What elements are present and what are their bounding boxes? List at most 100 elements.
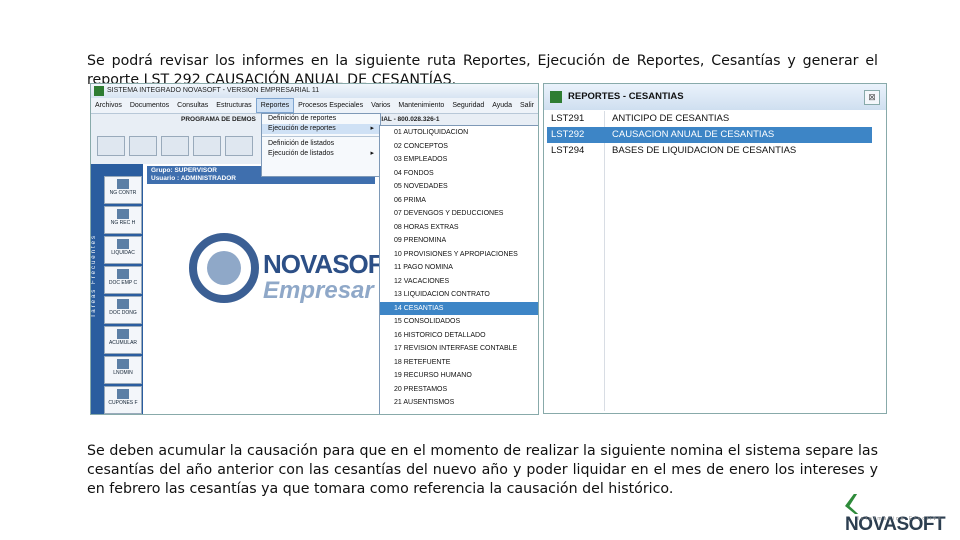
toolbar-icon-1[interactable] <box>97 136 125 156</box>
submenu-item[interactable]: 05 NOVEDADES <box>380 180 538 194</box>
menu-reportes[interactable]: Reportes <box>255 98 295 113</box>
report-code: LST294 <box>551 145 585 156</box>
program-name: PROGRAMA DE DEMOS <box>181 116 256 123</box>
submenu-item[interactable]: 13 LIQUIDACION CONTRATO <box>380 288 538 302</box>
report-code: LST291 <box>551 113 585 124</box>
toolbar-icon-5[interactable] <box>225 136 253 156</box>
menu-estructuras[interactable]: Estructuras <box>212 98 255 113</box>
brand-subtitle: Empresar <box>263 277 374 304</box>
app-logo-icon <box>94 86 104 96</box>
task-icon <box>117 359 129 369</box>
submenu-item[interactable]: 19 RECURSO HUMANO <box>380 369 538 383</box>
submenu-item[interactable]: 02 CONCEPTOS <box>380 140 538 154</box>
frequent-tasks-sidebar: Tareas Frecuentes NG CONTR NG REC H LIQU… <box>91 164 143 414</box>
menu-seguridad[interactable]: Seguridad <box>448 98 488 113</box>
sidebar-item-label: LIQUIDAC <box>111 250 135 256</box>
sidebar-item-label: NG REC H <box>110 220 136 226</box>
toolbar-icon-3[interactable] <box>161 136 189 156</box>
menu-item-definicion-listados[interactable]: Definición de listados <box>262 139 380 149</box>
report-row[interactable]: LST294 BASES DE LIQUIDACION DE CESANTIAS <box>547 143 872 159</box>
novasoft-circle-logo-icon <box>189 233 259 303</box>
submenu-item[interactable]: 09 PRENOMINA <box>380 234 538 248</box>
submenu-item[interactable]: 07 DEVENGOS Y DEDUCCIONES <box>380 207 538 221</box>
submenu-item[interactable]: 06 PRIMA <box>380 194 538 208</box>
menu-item-label: Ejecución de reportes <box>268 125 336 132</box>
submenu-arrow-icon: ▸ <box>370 150 374 157</box>
submenu-item[interactable]: 16 HISTORICO DETALLADO <box>380 329 538 343</box>
task-icon <box>117 329 129 339</box>
sidebar-item[interactable]: NG CONTR <box>104 176 142 204</box>
toolbar-icon-4[interactable] <box>193 136 221 156</box>
menu-item-definicion-reportes[interactable]: Definición de reportes <box>262 114 380 124</box>
close-icon[interactable]: ⊠ <box>864 90 880 105</box>
report-window-title: REPORTES - CESANTIAS <box>568 91 684 102</box>
submenu-item[interactable]: 15 CONSOLIDADOS <box>380 315 538 329</box>
menu-mantenimiento[interactable]: Mantenimiento <box>394 98 448 113</box>
menu-archivos[interactable]: Archivos <box>91 98 126 113</box>
sidebar-item[interactable]: LIQUIDAC <box>104 236 142 264</box>
task-icon <box>117 239 129 249</box>
menu-consultas[interactable]: Consultas <box>173 98 212 113</box>
window-title: SISTEMA INTEGRADO NOVASOFT - VERSION EMP… <box>107 87 320 94</box>
sidebar-item[interactable]: LNOMIN <box>104 356 142 384</box>
novasoft-main-window-screenshot: SISTEMA INTEGRADO NOVASOFT - VERSION EMP… <box>90 83 539 415</box>
menu-bar: Archivos Documentos Consultas Estructuras Re… <box>91 98 538 114</box>
sidebar-item[interactable]: ACUMULAR <box>104 326 142 354</box>
submenu-item[interactable]: 10 PROVISIONES Y APROPIACIONES <box>380 248 538 262</box>
submenu-arrow-icon: ▸ <box>370 125 374 132</box>
reportes-dropdown: Definición de reportes Ejecución de repo… <box>261 113 381 177</box>
footer-logo: NOVASOFT Informacion Efectiva <box>845 494 960 536</box>
submenu-item[interactable]: 08 HORAS EXTRAS <box>380 221 538 235</box>
report-row-selected[interactable]: LST292 CAUSACION ANUAL DE CESANTIAS <box>547 127 872 143</box>
report-name: ANTICIPO DE CESANTIAS <box>612 113 730 124</box>
task-icon <box>117 209 129 219</box>
submenu-item[interactable]: 04 FONDOS <box>380 167 538 181</box>
sidebar-item-label: CUPONES F <box>108 400 138 406</box>
report-name: CAUSACION ANUAL DE CESANTIAS <box>612 129 775 140</box>
report-code: LST292 <box>551 129 585 140</box>
novasoft-logo-icon <box>845 494 859 514</box>
window-titlebar: SISTEMA INTEGRADO NOVASOFT - VERSION EMP… <box>91 84 538 98</box>
submenu-item[interactable]: 21 AUSENTISMOS <box>380 396 538 410</box>
brand-name: NOVASOF <box>263 249 384 279</box>
submenu-item[interactable]: 01 AUTOLIQUIDACION <box>380 126 538 140</box>
menu-item-ejecucion-reportes[interactable]: Ejecución de reportes ▸ <box>262 124 380 134</box>
report-row[interactable]: LST291 ANTICIPO DE CESANTIAS <box>547 111 872 127</box>
submenu-item[interactable]: 03 EMPLEADOS <box>380 153 538 167</box>
menu-divider <box>262 136 380 137</box>
toolbar-icons <box>97 136 257 161</box>
sidebar-item-label: ACUMULAR <box>108 340 138 346</box>
menu-salir[interactable]: Salir <box>516 98 538 113</box>
sidebar-item[interactable]: DOC DONG <box>104 296 142 324</box>
submenu-item-cesantias[interactable]: 14 CESANTIAS <box>380 301 538 315</box>
app-logo-icon <box>550 91 562 103</box>
sidebar-item[interactable]: NG REC H <box>104 206 142 234</box>
report-list: LST291 ANTICIPO DE CESANTIAS LST292 CAUSAC… <box>547 111 872 159</box>
task-icon <box>117 299 129 309</box>
submenu-item[interactable]: 20 PRESTAMOS <box>380 383 538 397</box>
menu-procesos-especiales[interactable]: Procesos Especiales <box>294 98 367 113</box>
task-icon <box>117 269 129 279</box>
task-icon <box>117 179 129 189</box>
menu-documentos[interactable]: Documentos <box>126 98 173 113</box>
submenu-item[interactable]: 12 VACACIONES <box>380 275 538 289</box>
submenu-item[interactable]: 18 RETEFUENTE <box>380 356 538 370</box>
submenu-item[interactable]: 11 PAGO NOMINA <box>380 261 538 275</box>
reportes-cesantias-window-screenshot: REPORTES - CESANTIAS ⊠ LST291 ANTICIPO DE… <box>543 83 887 414</box>
sidebar-item-label: NG CONTR <box>109 190 137 196</box>
sidebar-title: Tareas Frecuentes <box>91 234 97 318</box>
menu-item-ejecucion-listados[interactable]: Ejecución de listados ▸ <box>262 149 380 159</box>
sidebar-item[interactable]: DOC EMP C <box>104 266 142 294</box>
menu-varios[interactable]: Varios <box>367 98 394 113</box>
toolbar-icon-2[interactable] <box>129 136 157 156</box>
explanation-paragraph: Se deben acumular la causación para que … <box>87 443 878 498</box>
menu-ayuda[interactable]: Ayuda <box>488 98 516 113</box>
task-icon <box>117 389 129 399</box>
sidebar-item-label: LNOMIN <box>113 370 133 376</box>
report-name: BASES DE LIQUIDACION DE CESANTIAS <box>612 145 797 156</box>
report-types-submenu: 01 AUTOLIQUIDACION 02 CONCEPTOS 03 EMPLE… <box>379 125 538 414</box>
footer-tagline: Informacion Efectiva <box>857 516 943 522</box>
submenu-item[interactable]: 17 REVISION INTERFASE CONTABLE <box>380 342 538 356</box>
sidebar-item[interactable]: CUPONES F <box>104 386 142 414</box>
sidebar-item-label: DOC EMP C <box>108 280 138 286</box>
